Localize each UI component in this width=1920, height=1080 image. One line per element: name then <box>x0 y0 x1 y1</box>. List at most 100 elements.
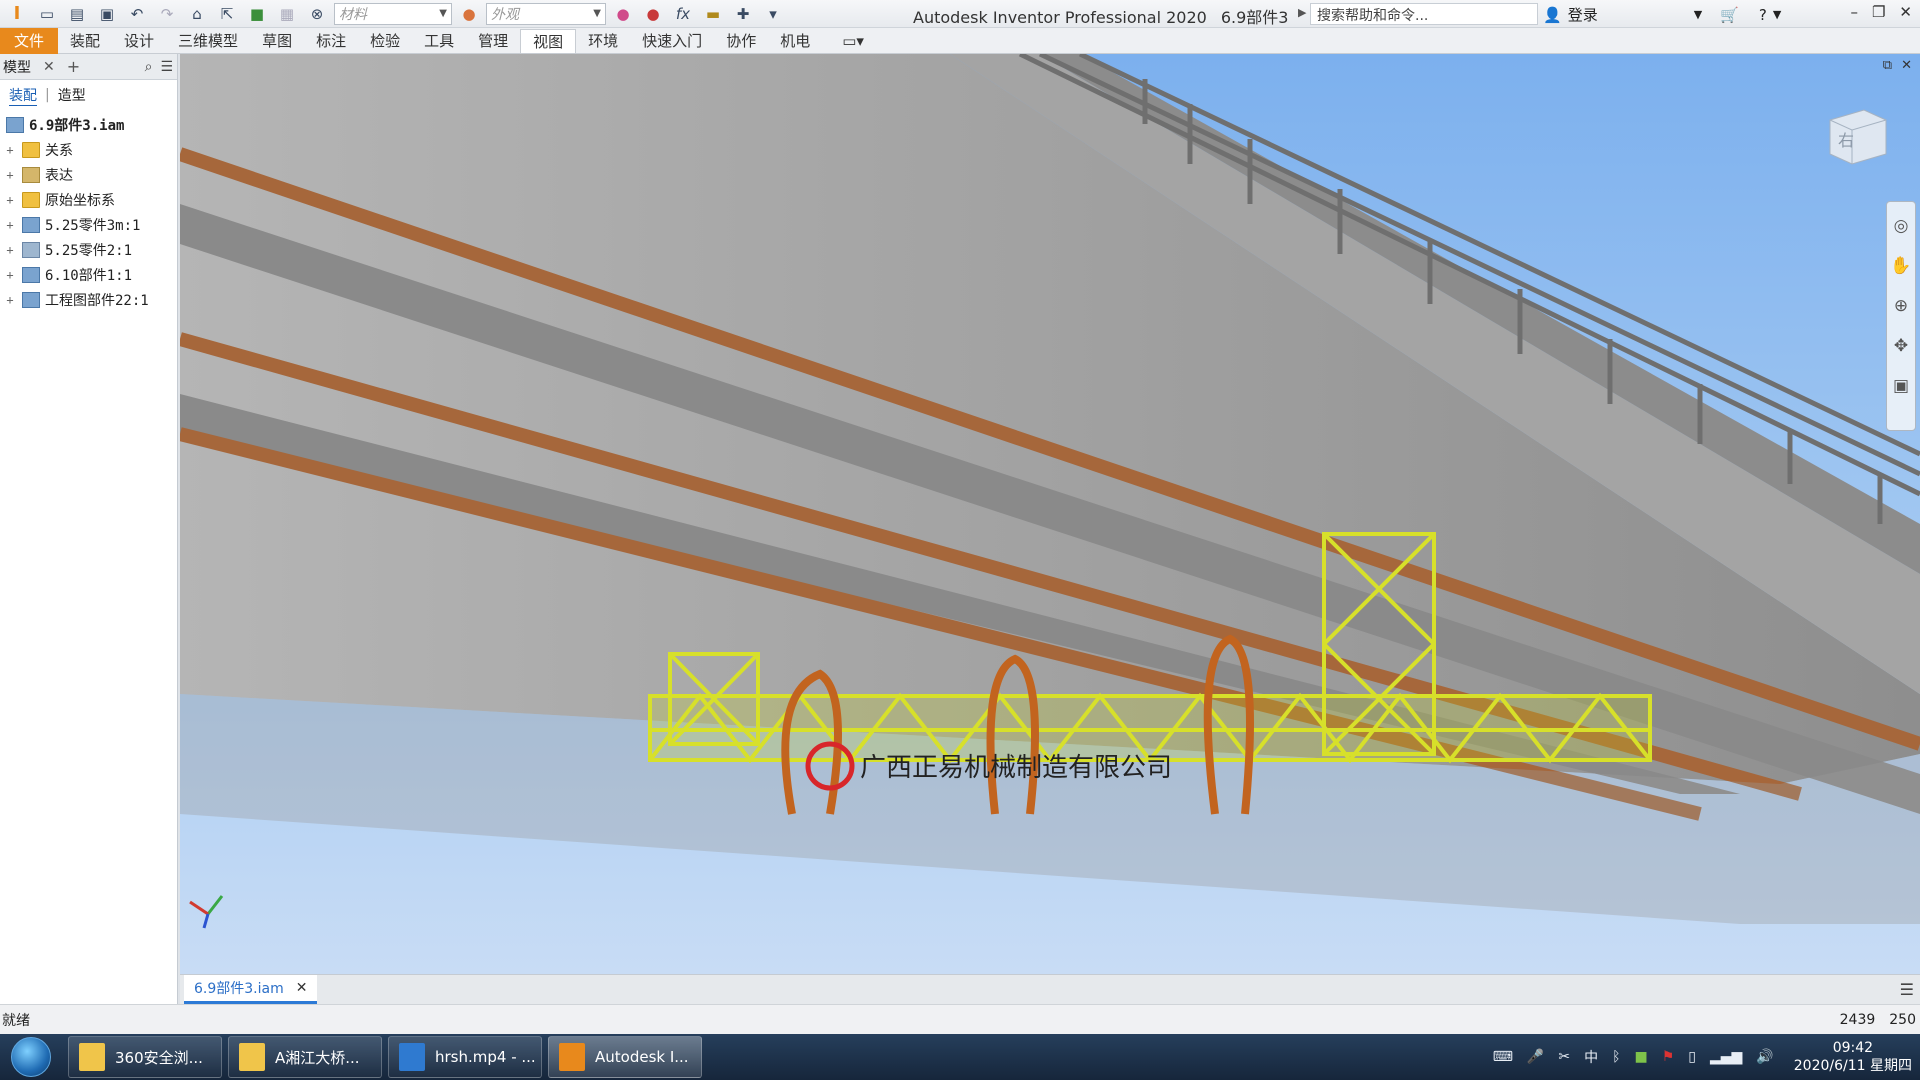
measure-icon[interactable]: ▬ <box>700 3 726 25</box>
tree-node[interactable]: +5.25零件2:1 <box>0 237 177 262</box>
inventor-logo-icon[interactable]: I <box>4 3 30 25</box>
help-icon[interactable]: ? <box>1759 6 1767 24</box>
microphone-icon[interactable]: 🎤 <box>1527 1049 1544 1065</box>
part-icon <box>22 241 40 258</box>
subtab-assembly[interactable]: 装配 <box>9 85 37 106</box>
keyboard-icon[interactable]: ⌨ <box>1493 1049 1513 1065</box>
help-dropdown-icon[interactable]: ▼ <box>1773 8 1781 21</box>
tab-design[interactable]: 设计 <box>112 28 166 54</box>
login-dropdown-icon[interactable]: ▼ <box>1694 8 1702 21</box>
subtab-modeling[interactable]: 造型 <box>58 85 86 105</box>
tab-sketch[interactable]: 草图 <box>250 28 304 54</box>
help-expand-icon[interactable]: ▶ <box>1298 6 1306 19</box>
material-combo[interactable]: 材料 ▼ <box>334 2 452 25</box>
redo-icon[interactable]: ↷ <box>154 3 180 25</box>
tab-3d-model[interactable]: 三维模型 <box>166 28 250 54</box>
bluetooth-icon[interactable]: ᛒ <box>1612 1049 1620 1065</box>
tree-node[interactable]: + 原始坐标系 <box>0 187 177 212</box>
expand-icon[interactable]: + <box>4 168 16 182</box>
orbit-icon[interactable]: ✥ <box>1894 336 1908 356</box>
open-file-icon[interactable]: ▤ <box>64 3 90 25</box>
steering-wheel-icon[interactable]: ◎ <box>1894 216 1909 236</box>
tree-node[interactable]: + 表达 <box>0 162 177 187</box>
flag-icon[interactable]: ⚑ <box>1662 1049 1675 1065</box>
document-menu-icon[interactable]: ☰ <box>1900 980 1914 999</box>
zoom-icon[interactable]: ⊕ <box>1894 296 1908 316</box>
tab-annotate[interactable]: 标注 <box>304 28 358 54</box>
tree-node[interactable]: +6.10部件1:1 <box>0 262 177 287</box>
navigation-bar: ◎ ✋ ⊕ ✥ ▣ <box>1886 201 1916 431</box>
expand-icon[interactable]: + <box>4 218 16 232</box>
browser-title[interactable]: 模型 <box>3 57 31 77</box>
adjust-appearance-icon[interactable]: ● <box>610 3 636 25</box>
tab-collaborate[interactable]: 协作 <box>714 28 768 54</box>
folder-icon <box>22 141 40 158</box>
tray-tools-icon[interactable]: ✂ <box>1558 1049 1570 1065</box>
help-search-input[interactable]: 搜索帮助和命令... <box>1310 3 1538 25</box>
tab-view[interactable]: 视图 <box>520 28 577 53</box>
taskbar-item[interactable]: 360安全浏... <box>68 1036 222 1078</box>
clock-date: 2020/6/11 星期四 <box>1793 1058 1912 1074</box>
tab-environments[interactable]: 环境 <box>576 28 630 54</box>
close-icon[interactable]: ✕ <box>1899 3 1912 21</box>
undo-icon[interactable]: ↶ <box>124 3 150 25</box>
tab-electromechanical[interactable]: 机电 <box>768 28 822 54</box>
appearance-combo[interactable]: 外观 ▼ <box>486 2 606 25</box>
return-icon[interactable]: ▦ <box>274 3 300 25</box>
title-bar: I ▭ ▤ ▣ ↶ ↷ ⌂ ⇱ ■ ▦ ⊗ 材料 ▼ ● 外观 ▼ ● ● fx ▬… <box>0 0 1920 28</box>
browser-add-icon[interactable]: + <box>67 57 80 76</box>
tab-file[interactable]: 文件 <box>0 27 59 54</box>
viewcube[interactable]: 右 <box>1820 102 1892 168</box>
parameters-icon[interactable]: fx <box>670 3 696 25</box>
assembly-icon <box>6 116 24 133</box>
tab-tools[interactable]: 工具 <box>412 28 466 54</box>
graphics-viewport[interactable]: 广西正易机械制造有限公司 右 ◎ ✋ ⊕ ✥ ▣ ⧉ ✕ <box>180 54 1920 974</box>
taskbar-item-active[interactable]: Autodesk I... <box>548 1036 702 1078</box>
ime-indicator[interactable]: 中 <box>1584 1047 1598 1067</box>
tab-inspect[interactable]: 检验 <box>358 28 412 54</box>
minimize-icon[interactable]: – <box>1850 3 1858 21</box>
clock[interactable]: 09:42 2020/6/11 星期四 <box>1794 1039 1912 1075</box>
volume-icon[interactable]: 🔊 <box>1756 1049 1773 1065</box>
start-button[interactable] <box>0 1034 62 1080</box>
expand-icon[interactable]: + <box>4 268 16 282</box>
expand-icon[interactable]: + <box>4 243 16 257</box>
expand-icon[interactable]: + <box>4 193 16 207</box>
tree-root[interactable]: 6.9部件3.iam <box>0 112 177 137</box>
customize-qat-icon[interactable]: ▾ <box>760 3 786 25</box>
taskbar-item[interactable]: A湘江大桥... <box>228 1036 382 1078</box>
pan-icon[interactable]: ✋ <box>1890 256 1911 276</box>
clear-override-icon[interactable]: ⊗ <box>304 3 330 25</box>
close-tab-icon[interactable]: ✕ <box>296 980 308 996</box>
viewport-maximize-icon[interactable]: ⧉ <box>1883 58 1892 73</box>
taskbar-item[interactable]: hrsh.mp4 - ... <box>388 1036 542 1078</box>
browser-search-icon[interactable]: ⌕ <box>145 59 153 75</box>
select-icon[interactable]: ⇱ <box>214 3 240 25</box>
add-icon[interactable]: ✚ <box>730 3 756 25</box>
network-icon[interactable]: ▂▄▆ <box>1710 1049 1742 1065</box>
home-icon[interactable]: ⌂ <box>184 3 210 25</box>
expand-icon[interactable]: + <box>4 143 16 157</box>
browser-close-icon[interactable]: ✕ <box>43 59 55 75</box>
clear-appearance-icon[interactable]: ● <box>640 3 666 25</box>
look-at-icon[interactable]: ▣ <box>1893 376 1909 396</box>
login-button[interactable]: 👤 登录 ▼ 🛒 ? ▼ <box>1543 4 1781 25</box>
browser-menu-icon[interactable]: ☰ <box>160 59 173 75</box>
ribbon-display-toggle[interactable]: ▭▾ <box>830 28 876 54</box>
save-icon[interactable]: ▣ <box>94 3 120 25</box>
restore-icon[interactable]: ❐ <box>1872 3 1885 21</box>
document-tab[interactable]: 6.9部件3.iam ✕ <box>184 975 318 1004</box>
cart-icon[interactable]: 🛒 <box>1720 6 1739 24</box>
gpu-icon[interactable]: ■ <box>1635 1049 1648 1065</box>
new-file-icon[interactable]: ▭ <box>34 3 60 25</box>
tree-node[interactable]: +5.25零件3m:1 <box>0 212 177 237</box>
tree-node[interactable]: + 工程图部件22:1 <box>0 287 177 312</box>
update-icon[interactable]: ■ <box>244 3 270 25</box>
expand-icon[interactable]: + <box>4 293 16 307</box>
tab-get-started[interactable]: 快速入门 <box>630 28 714 54</box>
battery-icon[interactable]: ▯ <box>1688 1049 1696 1065</box>
viewport-close-icon[interactable]: ✕ <box>1901 58 1912 73</box>
tab-manage[interactable]: 管理 <box>466 28 520 54</box>
tree-node[interactable]: + 关系 <box>0 137 177 162</box>
tab-assemble[interactable]: 装配 <box>58 28 112 54</box>
